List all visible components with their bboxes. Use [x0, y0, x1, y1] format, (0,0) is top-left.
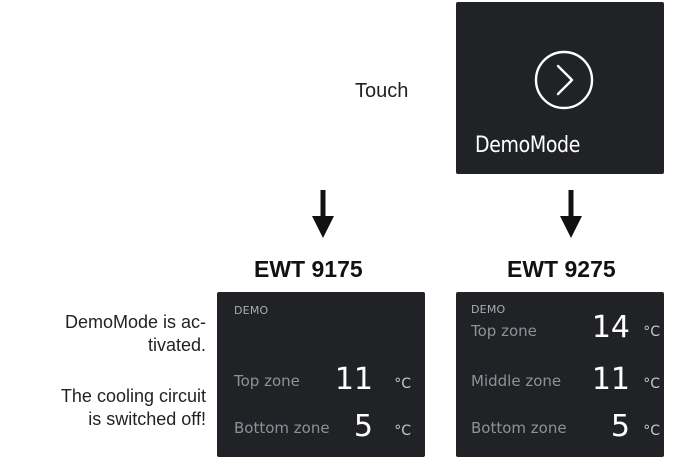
side-note-demomode: DemoMode is ac- tivated. [65, 311, 206, 357]
zone-label-bottom: Bottom zone [471, 419, 567, 437]
side-note-line: The cooling circuit [60, 386, 206, 406]
zone-unit-top: °C [394, 376, 411, 392]
demo-mode-label: DemoMode [475, 133, 581, 158]
arrow-down-icon [560, 190, 582, 238]
side-note-line: is switched off! [88, 409, 206, 429]
zone-temp-top: 11 [334, 362, 373, 397]
model-label-ewt-9275: EWT 9275 [507, 256, 616, 282]
zone-temp-middle: 11 [591, 362, 630, 397]
zone-temp-bottom: 5 [610, 409, 630, 444]
zone-temp-top: 14 [591, 310, 630, 345]
demo-indicator: DEMO [471, 303, 506, 316]
demo-indicator: DEMO [234, 304, 269, 317]
zone-label-top: Top zone [471, 322, 537, 340]
zone-temp-bottom: 5 [353, 409, 373, 444]
demo-panel-ewt-9275: DEMO Top zone 14 °C Middle zone 11 °C Bo… [456, 292, 664, 457]
side-note-line: tivated. [147, 335, 206, 355]
demo-panel-ewt-9175: DEMO Top zone 11 °C Bottom zone 5 °C [217, 292, 425, 457]
zone-unit-bottom: °C [643, 423, 660, 439]
model-label-ewt-9175: EWT 9175 [254, 256, 363, 282]
arrow-down-icon [312, 190, 334, 238]
zone-unit-bottom: °C [394, 423, 411, 439]
zone-unit-middle: °C [643, 376, 660, 392]
zone-label-bottom: Bottom zone [234, 419, 330, 437]
zone-unit-top: °C [643, 324, 660, 340]
zone-label-middle: Middle zone [471, 372, 562, 390]
zone-label-top: Top zone [234, 372, 300, 390]
touch-instruction: Touch [355, 80, 409, 102]
side-note-cooling: The cooling circuit is switched off! [61, 385, 206, 431]
chevron-right-circle-icon[interactable] [532, 48, 596, 112]
side-note-line: DemoMode is ac- [64, 312, 206, 332]
